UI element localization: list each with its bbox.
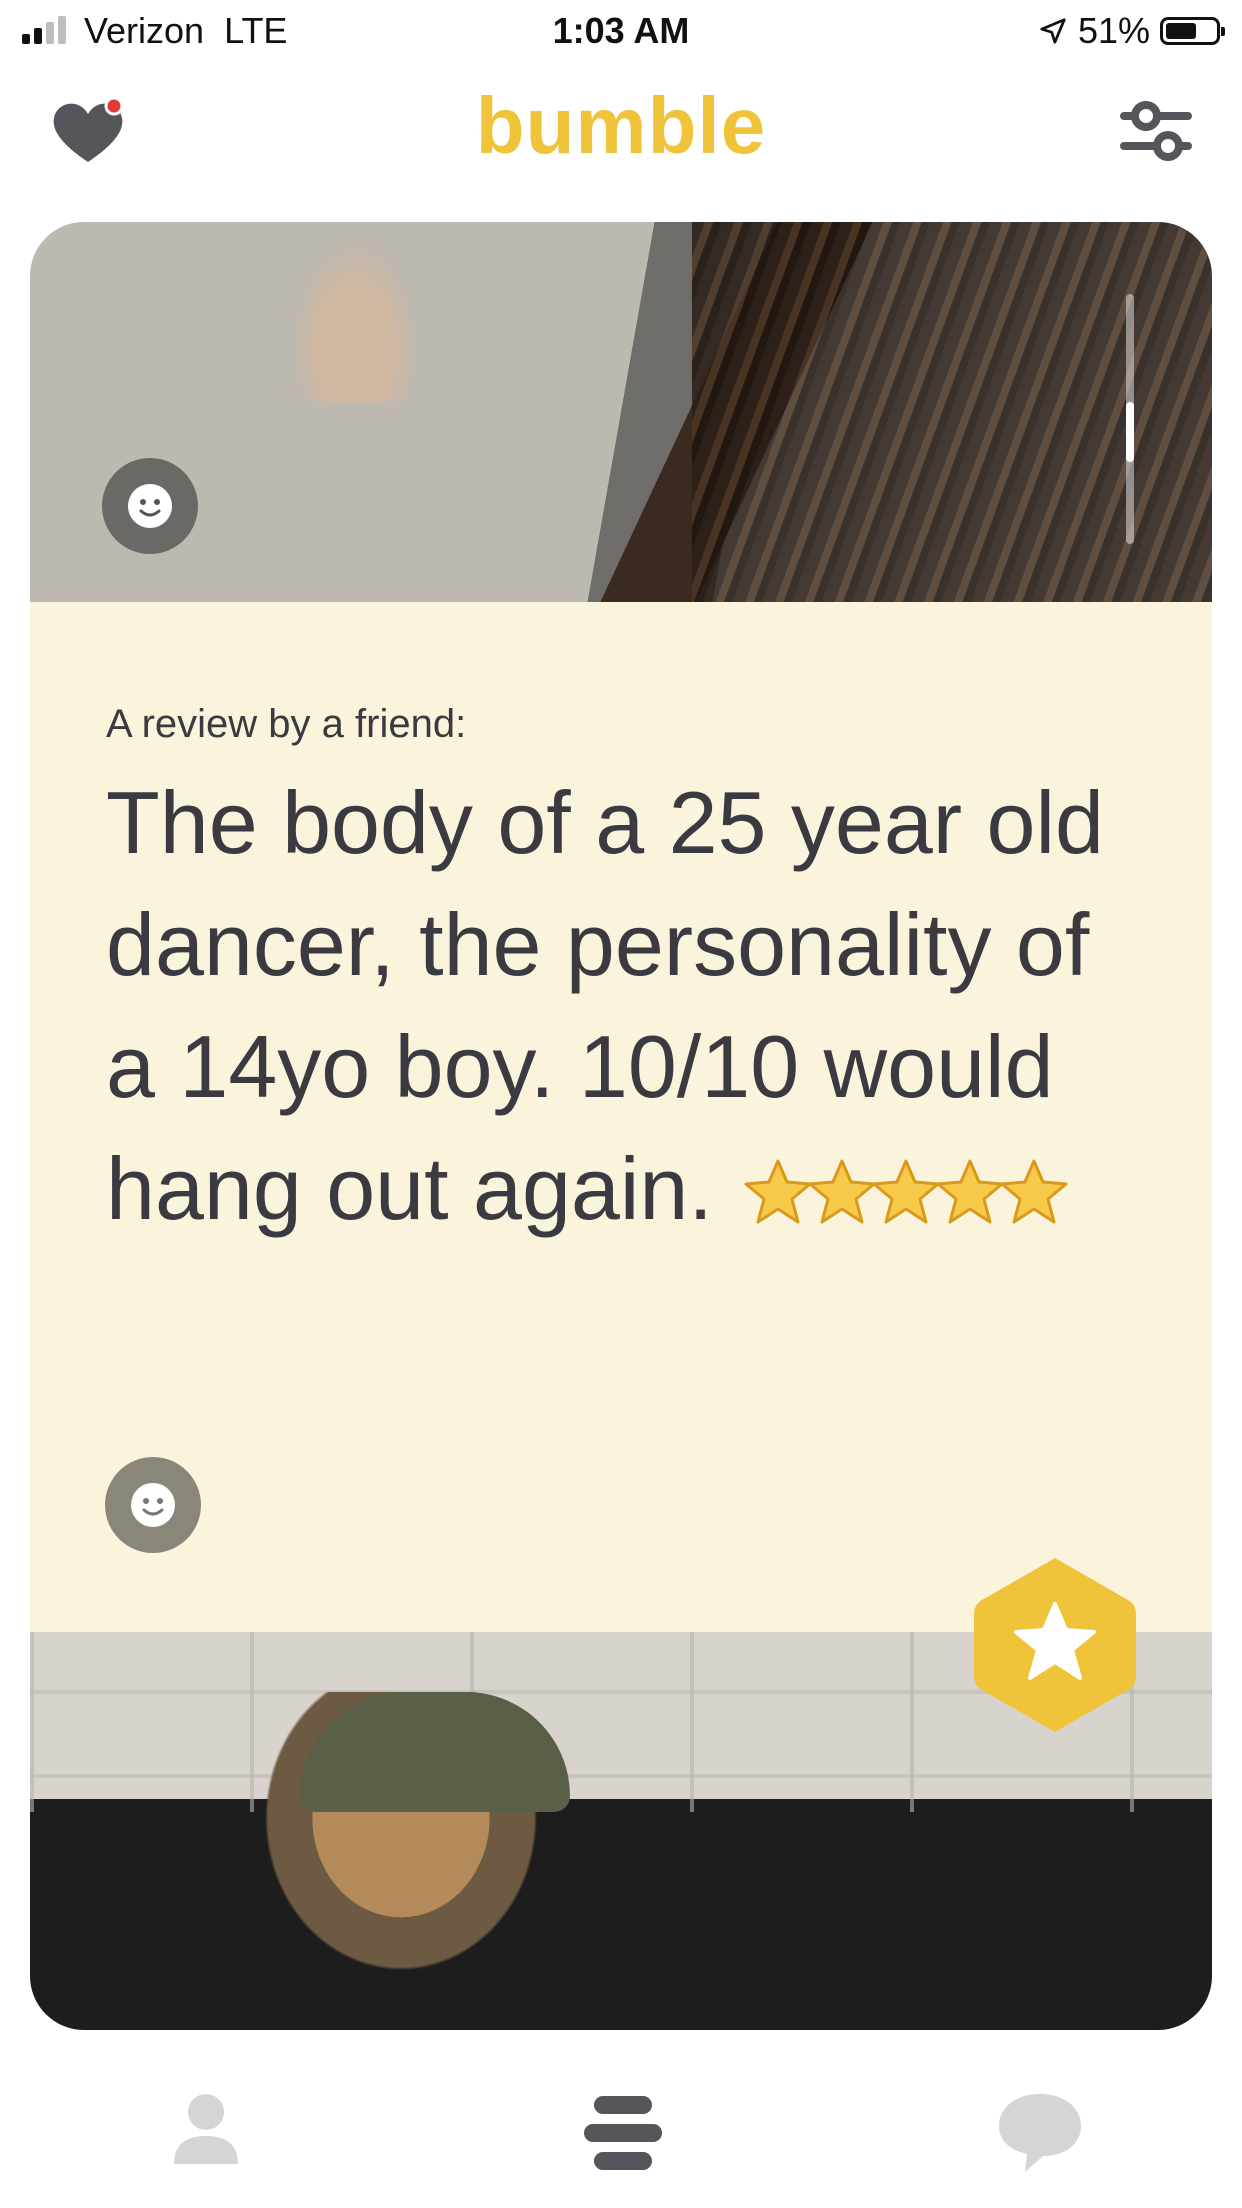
react-photo-button[interactable] <box>102 458 198 554</box>
filter-sliders-icon <box>1120 101 1192 161</box>
app-header: bumble <box>0 64 1242 214</box>
smile-icon <box>131 1483 175 1527</box>
nav-profile[interactable] <box>170 2090 242 2175</box>
profile-icon <box>174 2094 238 2164</box>
star-icon <box>1000 1159 1068 1224</box>
star-icon <box>936 1159 1004 1224</box>
superswipe-star-icon <box>974 1558 1136 1732</box>
app-logo: bumble <box>475 81 767 170</box>
react-review-button[interactable] <box>105 1457 201 1553</box>
profile-photo-top <box>30 222 1212 602</box>
battery-percent: 51% <box>1077 10 1150 51</box>
bottom-navigation <box>0 2080 1242 2208</box>
nav-swipe[interactable] <box>580 2090 666 2181</box>
swipe-stack-icon <box>584 2096 662 2170</box>
review-stars <box>743 1136 1068 1258</box>
review-text-block: The body of a 25 year old dancer, the pe… <box>106 762 1146 1258</box>
star-icon <box>808 1159 876 1224</box>
superswipe-button[interactable] <box>970 1550 1140 1740</box>
star-icon <box>744 1159 812 1224</box>
battery-icon <box>1160 17 1225 45</box>
nav-chats[interactable] <box>995 2090 1085 2181</box>
friend-review-section: A review by a friend: The body of a 25 y… <box>30 602 1212 1612</box>
smile-icon <box>128 484 172 528</box>
profile-card[interactable]: A review by a friend: The body of a 25 y… <box>30 222 1212 2030</box>
status-bar: Verizon LTE 1:03 AM 51% <box>0 0 1242 64</box>
chat-bubble-icon <box>999 2094 1081 2172</box>
filters-button[interactable] <box>1116 88 1196 172</box>
card-scrollbar[interactable] <box>1126 294 1134 544</box>
star-icon <box>872 1159 940 1224</box>
review-label: A review by a friend: <box>106 702 467 746</box>
battery-status: 51% <box>1038 10 1225 52</box>
location-arrow-icon <box>1040 18 1066 44</box>
